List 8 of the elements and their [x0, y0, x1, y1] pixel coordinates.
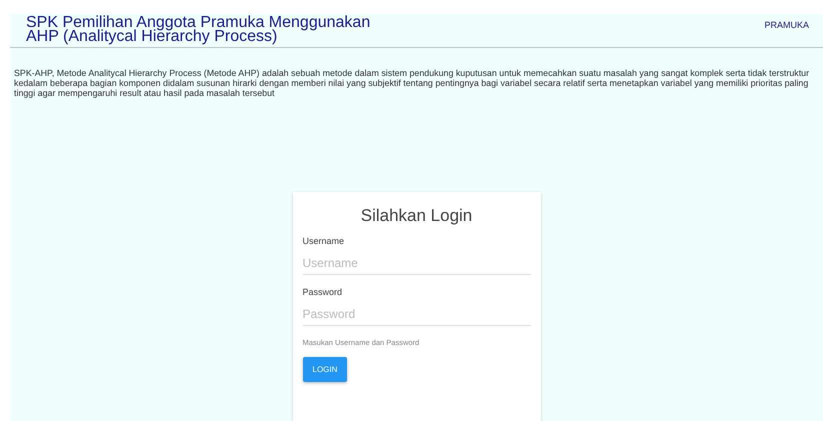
site-title: SPK Pemilihan Anggota Pramuka Menggunakan AHP (Analitycal Hierarchy Process)	[26, 16, 370, 44]
nav-link[interactable]: PRAMUKA	[764, 20, 809, 30]
field-label: Username	[302, 236, 346, 246]
input-field[interactable]: Username	[302, 246, 530, 275]
login-title: Silahkan Login	[360, 206, 474, 226]
input-field[interactable]: Password	[302, 297, 530, 326]
description-text: SPK-AHP, Metode Analitycal Hierarchy Process (Metode AHP) adalah sebuah metode dalam sistem pendukung kuputusan untuk memecahkan suatu masalah yang sangat komplek serta tidak terstruktur kedalam beberapa bagian komponen didalam susunan hirarki dengan memberi nilai yang subjektif tentang pentingnya bagi variabel secara relatif serta menetapkan variabel yang memiliki prioritas paling tinggi agar mempengaruhi result atau hasil pada masalah tersebut	[14, 68, 810, 98]
field-label: Password	[302, 287, 344, 297]
